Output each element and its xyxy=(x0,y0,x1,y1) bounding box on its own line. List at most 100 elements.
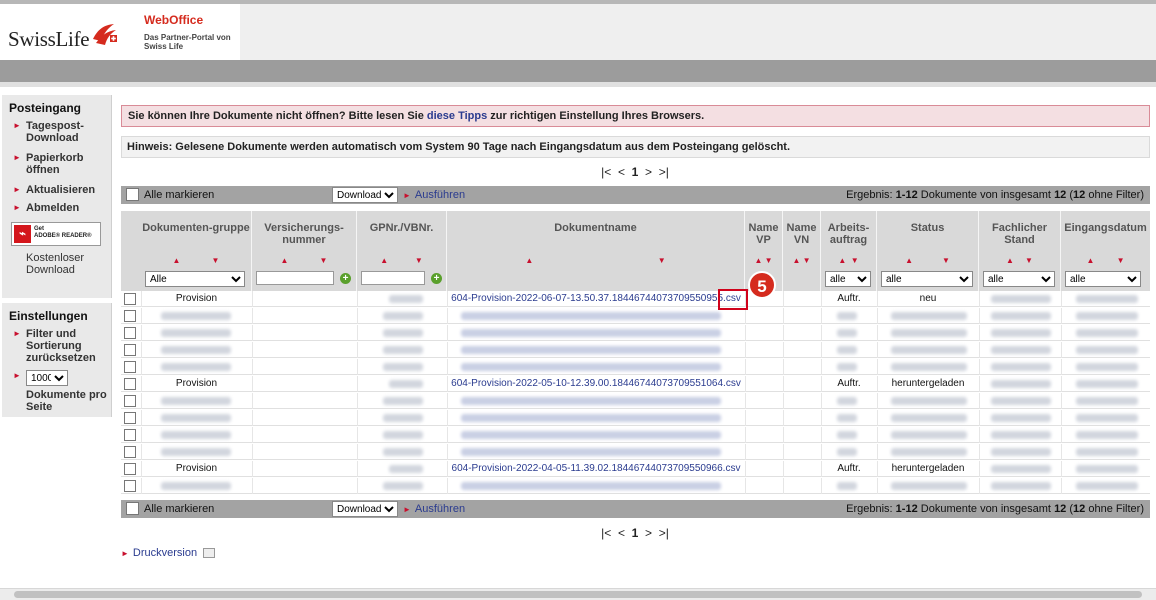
row-checkbox[interactable] xyxy=(124,293,136,305)
row-checkbox[interactable] xyxy=(124,480,136,492)
row-checkbox[interactable] xyxy=(124,310,136,322)
redacted-value xyxy=(837,312,857,320)
redacted-value xyxy=(991,448,1051,456)
action-select[interactable]: Download xyxy=(332,501,398,517)
column-divider xyxy=(783,308,784,324)
select-all-checkbox[interactable] xyxy=(126,502,139,515)
table-row xyxy=(121,410,1150,426)
column-divider xyxy=(1061,359,1062,375)
cell-dokumentname[interactable]: 604-Provision-2022-05-10-12.39.00.184467… xyxy=(447,378,745,389)
cell-dokumentname[interactable]: 604-Provision-2022-06-07-13.50.37.184467… xyxy=(447,293,745,304)
sidebar-item-label: Abmelden xyxy=(26,202,80,214)
redacted-value xyxy=(891,346,967,354)
filter-stand-select[interactable]: alle xyxy=(983,271,1055,287)
redacted-value xyxy=(991,346,1051,354)
table-row xyxy=(121,359,1150,375)
redacted-value xyxy=(1076,465,1138,473)
redacted-value xyxy=(837,448,857,456)
column-divider xyxy=(1061,291,1062,307)
sort-arrows-icon[interactable]: ▲ ▼ xyxy=(979,256,1060,265)
sort-arrows-icon[interactable]: ▲ ▼ xyxy=(821,256,876,265)
column-divider xyxy=(1061,461,1062,477)
per-page-select[interactable]: 1000 xyxy=(26,370,68,386)
filter-gruppe-select[interactable]: Alle xyxy=(145,271,245,287)
column-divider xyxy=(979,342,980,358)
scrollbar-thumb[interactable] xyxy=(14,591,1142,598)
execute-link[interactable]: ► Ausführen xyxy=(403,189,465,201)
column-divider xyxy=(745,393,746,409)
sort-arrows-icon[interactable]: ▲ ▼ xyxy=(357,256,446,265)
redacted-value xyxy=(991,329,1051,337)
execute-link[interactable]: ► Ausführen xyxy=(403,503,465,515)
column-divider xyxy=(252,427,253,443)
sort-arrows-icon[interactable]: ▲ ▼ xyxy=(877,256,978,265)
action-bar-top: Alle markieren Download ► Ausführen Ergeb… xyxy=(121,186,1150,204)
filter-auftrag-select[interactable]: alle xyxy=(825,271,871,287)
select-all-checkbox[interactable] xyxy=(126,188,139,201)
row-checkbox[interactable] xyxy=(124,412,136,424)
column-divider xyxy=(979,478,980,494)
filter-datum-select[interactable]: alle xyxy=(1065,271,1141,287)
row-checkbox[interactable] xyxy=(124,463,136,475)
pager-last[interactable]: >| xyxy=(659,165,669,179)
redacted-value xyxy=(383,431,423,439)
tips-link[interactable]: diese Tipps xyxy=(427,110,487,122)
filter-gpnr-input[interactable] xyxy=(361,271,425,285)
add-filter-icon[interactable]: + xyxy=(431,273,442,284)
filter-versicherung-input[interactable] xyxy=(256,271,334,285)
column-divider xyxy=(357,427,358,443)
arrow-right-icon: ► xyxy=(403,191,411,200)
pager-last[interactable]: >| xyxy=(659,526,669,540)
pager-next[interactable]: > xyxy=(645,526,652,540)
horizontal-scrollbar[interactable] xyxy=(0,588,1156,600)
redacted-value xyxy=(461,346,721,354)
redacted-value xyxy=(383,363,423,371)
pager-first[interactable]: |< xyxy=(601,165,611,179)
redacted-value xyxy=(461,482,721,490)
column-divider xyxy=(1061,376,1062,392)
adobe-reader-button[interactable]: ⌁ Get ADOBE® READER® xyxy=(11,222,101,246)
browser-tips-alert: Sie können Ihre Dokumente nicht öffnen? … xyxy=(121,105,1150,127)
row-checkbox[interactable] xyxy=(124,361,136,373)
pager-prev[interactable]: < xyxy=(618,165,625,179)
sort-arrows-icon[interactable]: ▲ ▼ xyxy=(1061,256,1150,265)
kostenlos-download-label: Kostenloser Download xyxy=(26,252,85,276)
action-select[interactable]: Download xyxy=(332,187,398,203)
row-checkbox[interactable] xyxy=(124,327,136,339)
row-checkbox[interactable] xyxy=(124,344,136,356)
row-checkbox[interactable] xyxy=(124,429,136,441)
row-checkbox[interactable] xyxy=(124,446,136,458)
action-bar-bottom: Alle markieren Download ► Ausführen Ergeb… xyxy=(121,500,1150,518)
column-divider xyxy=(447,325,448,341)
column-divider xyxy=(141,342,142,358)
row-checkbox[interactable] xyxy=(124,395,136,407)
sort-arrows-icon[interactable]: ▲ ▼ xyxy=(745,256,782,265)
add-filter-icon[interactable]: + xyxy=(340,273,351,284)
sidebar-item-filter-reset[interactable]: ► Filter und Sortierung zurücksetzen xyxy=(2,328,111,364)
per-page-label: Dokumente pro Seite xyxy=(26,389,107,413)
redacted-value xyxy=(891,329,967,337)
sort-arrows-icon[interactable]: ▲ ▼ xyxy=(141,256,251,265)
redacted-value xyxy=(461,312,721,320)
sidebar-item-tagespost[interactable]: ► Tagespost-Download xyxy=(2,120,111,144)
print-link[interactable]: ► Druckversion xyxy=(121,547,216,559)
sort-arrows-icon[interactable]: ▲ ▼ xyxy=(783,256,820,265)
redacted-value xyxy=(383,414,423,422)
cell-dokumentname[interactable]: 604-Provision-2022-04-05-11.39.02.184467… xyxy=(447,463,745,474)
pager-prev[interactable]: < xyxy=(618,526,625,540)
sidebar-item-papierkorb[interactable]: ► Papierkorb öffnen xyxy=(2,152,111,176)
redacted-value xyxy=(1076,397,1138,405)
per-page-control: ► 1000 xyxy=(2,370,111,386)
column-divider xyxy=(1061,410,1062,426)
sort-arrows-icon[interactable]: ▲ ▼ xyxy=(252,256,356,265)
sort-arrows-icon[interactable]: ▲ ▼ xyxy=(447,256,744,265)
row-checkbox[interactable] xyxy=(124,378,136,390)
filter-status-select[interactable]: alle xyxy=(881,271,973,287)
pager-first[interactable]: |< xyxy=(601,526,611,540)
sidebar-item-aktualisieren[interactable]: ► Aktualisieren xyxy=(2,184,111,196)
pager-next[interactable]: > xyxy=(645,165,652,179)
column-divider xyxy=(745,376,746,392)
redacted-value xyxy=(991,295,1051,303)
sidebar-item-abmelden[interactable]: ► Abmelden xyxy=(2,202,111,214)
column-divider xyxy=(877,478,878,494)
